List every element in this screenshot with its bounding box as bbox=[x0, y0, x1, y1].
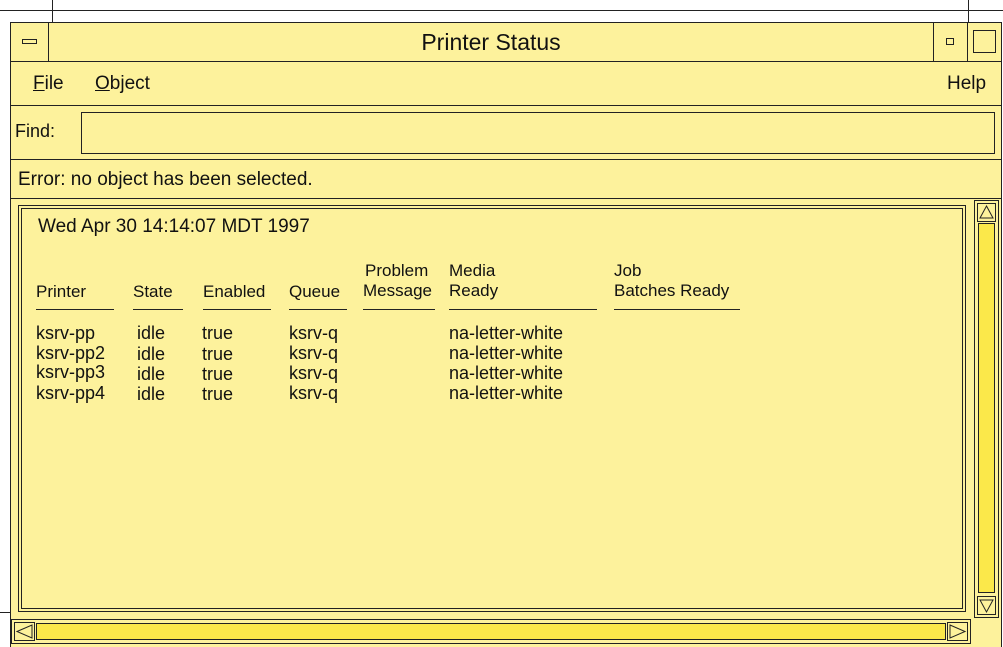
frame-line-bottom-left bbox=[0, 612, 10, 613]
column-header-job: Job Batches Ready bbox=[614, 261, 729, 301]
arrow-left-icon bbox=[15, 624, 33, 639]
cell-queue: ksrv-q bbox=[289, 343, 338, 363]
menu-file-mnemonic: F bbox=[33, 73, 45, 94]
frame-line-top bbox=[0, 10, 1003, 11]
cell-printer: ksrv-pp2 bbox=[36, 343, 106, 363]
frame-line-right bbox=[968, 0, 969, 22]
column-header-queue-label: Queue bbox=[289, 282, 341, 301]
menu-object-label: bject bbox=[109, 73, 150, 94]
minimize-icon bbox=[946, 38, 954, 45]
column-header-printer: Printer bbox=[36, 282, 86, 302]
cell-state: idle bbox=[137, 384, 166, 404]
menu-bar: File Object Help bbox=[11, 62, 1001, 106]
printer-status-window: Printer Status File Object Help Find: Er… bbox=[10, 22, 1002, 647]
column-header-state-label: State bbox=[133, 282, 173, 301]
column-underline-problem bbox=[363, 309, 435, 310]
cell-queue: ksrv-q bbox=[289, 363, 338, 383]
column-underline-state bbox=[133, 309, 183, 310]
cell-media: na-letter-white bbox=[449, 383, 564, 403]
column-header-problem: Problem Message bbox=[363, 261, 432, 301]
cell-queue: ksrv-q bbox=[289, 383, 338, 403]
cell-printer: ksrv-pp bbox=[36, 323, 96, 343]
find-label: Find: bbox=[15, 121, 56, 141]
arrow-down-icon bbox=[979, 599, 994, 614]
column-header-job-line1: Job bbox=[614, 261, 642, 280]
column-header-problem-line1: Problem bbox=[365, 261, 429, 280]
column-underline-queue bbox=[289, 309, 347, 310]
cell-enabled: true bbox=[202, 344, 234, 364]
horizontal-scrollbar[interactable] bbox=[11, 619, 971, 644]
cell-enabled: true bbox=[202, 323, 234, 343]
column-header-enabled-label: Enabled bbox=[203, 282, 266, 301]
status-row: Error: no object has been selected. bbox=[11, 160, 1001, 199]
column-header-queue: Queue bbox=[289, 282, 340, 302]
cell-media: na-letter-white bbox=[449, 323, 564, 343]
column-underline-enabled bbox=[203, 309, 271, 310]
vertical-scrollbar[interactable] bbox=[974, 200, 999, 618]
cell-enabled: true bbox=[202, 384, 234, 404]
menu-object[interactable]: Object bbox=[95, 73, 150, 95]
window-title: Printer Status bbox=[421, 29, 561, 55]
frame-line-left bbox=[52, 0, 53, 22]
scroll-down-button[interactable] bbox=[977, 596, 996, 615]
maximize-icon bbox=[973, 30, 996, 53]
cell-queue: ksrv-q bbox=[289, 323, 338, 343]
arrow-up-icon bbox=[979, 204, 994, 219]
cell-state: idle bbox=[137, 344, 166, 364]
window-menu-button[interactable] bbox=[11, 23, 49, 61]
status-message: Error: no object has been selected. bbox=[18, 169, 313, 190]
arrow-right-icon bbox=[949, 624, 967, 639]
scroll-up-button[interactable] bbox=[977, 203, 996, 222]
menu-help[interactable]: Help bbox=[947, 73, 986, 95]
column-header-enabled: Enabled bbox=[203, 282, 265, 302]
column-underline-media bbox=[449, 309, 597, 310]
find-input[interactable] bbox=[81, 112, 995, 154]
menu-file-label: ile bbox=[44, 73, 64, 94]
cell-enabled: true bbox=[202, 364, 234, 384]
cell-media: na-letter-white bbox=[449, 343, 564, 363]
window-menu-icon bbox=[22, 39, 37, 44]
cell-media: na-letter-white bbox=[449, 363, 564, 383]
minimize-button[interactable] bbox=[933, 23, 967, 61]
column-underline-printer bbox=[36, 309, 114, 310]
menu-object-mnemonic: O bbox=[95, 73, 110, 94]
cell-state: idle bbox=[137, 364, 166, 384]
column-header-job-line2: Batches Ready bbox=[614, 281, 730, 300]
column-header-printer-label: Printer bbox=[36, 282, 87, 301]
column-header-state: State bbox=[133, 282, 173, 302]
title-bar[interactable]: Printer Status bbox=[11, 23, 1001, 62]
vertical-scroll-thumb[interactable] bbox=[978, 223, 995, 593]
cell-printer: ksrv-pp4 bbox=[36, 383, 106, 403]
report-timestamp: Wed Apr 30 14:14:07 MDT 1997 bbox=[38, 216, 310, 237]
column-header-media-line2: Ready bbox=[449, 281, 499, 300]
scroll-right-button[interactable] bbox=[947, 622, 968, 641]
horizontal-scroll-thumb[interactable] bbox=[36, 623, 946, 640]
cell-printer: ksrv-pp3 bbox=[36, 362, 106, 382]
column-header-media-line1: Media bbox=[449, 261, 496, 280]
find-row: Find: bbox=[11, 106, 1001, 160]
column-header-media: Media Ready bbox=[449, 261, 498, 301]
scroll-left-button[interactable] bbox=[14, 622, 35, 641]
menu-file[interactable]: File bbox=[33, 73, 64, 95]
maximize-button[interactable] bbox=[967, 23, 1001, 61]
column-header-problem-line2: Message bbox=[363, 281, 432, 300]
column-underline-job bbox=[614, 309, 740, 310]
cell-state: idle bbox=[137, 323, 166, 343]
